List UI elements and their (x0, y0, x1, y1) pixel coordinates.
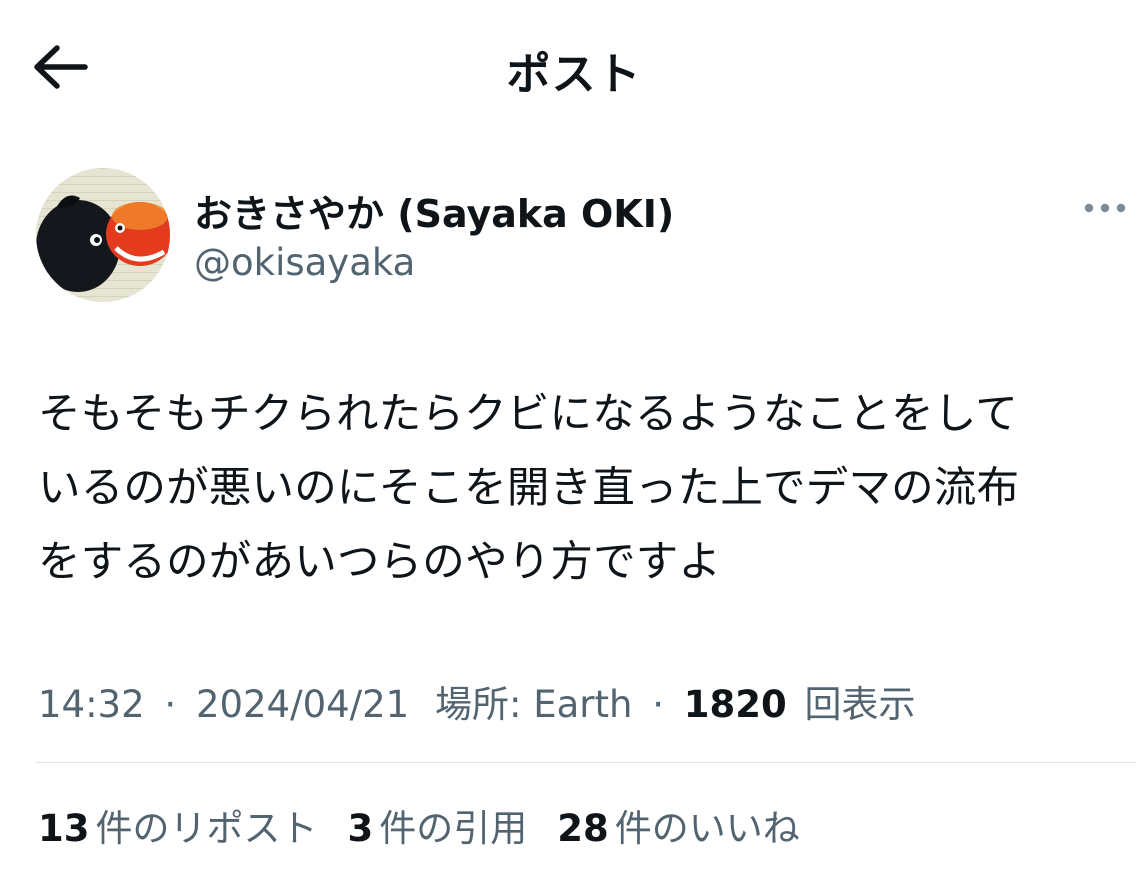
divider (36, 762, 1136, 763)
quote-count: 3 (347, 807, 374, 850)
view-count: 1820 (683, 683, 787, 726)
separator: · (652, 683, 664, 726)
post-text-line: いるのが悪いのにそこを開き直った上でデマの流布 (38, 464, 1020, 513)
post-location: 場所: Earth (434, 683, 633, 726)
page-title: ポスト (506, 49, 642, 100)
post-text: そもそもチクられたらクビになるようなことをして いるのが悪いのにそこを開き直った… (38, 378, 1138, 600)
repost-count: 13 (38, 807, 90, 850)
top-bar: ポスト (0, 0, 1148, 130)
repost-count-link[interactable]: 13 件のリポスト (38, 798, 318, 852)
more-options-button[interactable] (1080, 188, 1130, 228)
like-count-label: 件のいいね (614, 807, 800, 850)
post-text-line: そもそもチクられたらクビになるようなことをして (38, 390, 1018, 439)
post-metadata: 14:32 · 2024/04/21 場所: Earth · 1820 回表示 (38, 674, 915, 728)
more-horizontal-icon (1084, 203, 1126, 213)
quote-count-label: 件の引用 (379, 807, 528, 850)
avatar[interactable] (36, 168, 170, 302)
engagement-stats: 13 件のリポスト 3 件の引用 28 件のいいね (38, 798, 830, 852)
quote-count-link[interactable]: 3 件の引用 (348, 798, 528, 852)
post-detail-page: ポスト おきさやか (Sayaka OKI) @okisayaka そもそもチク… (0, 0, 1148, 881)
like-count-link[interactable]: 28 件のいいね (557, 798, 800, 852)
post-text-line: をするのがあいつらのやり方ですよ (38, 538, 722, 587)
post-time[interactable]: 14:32 (38, 683, 145, 726)
view-count-label: 回表示 (804, 683, 916, 726)
like-count: 28 (557, 807, 609, 850)
author-handle[interactable]: @okisayaka (194, 241, 415, 284)
avatar-image (36, 168, 170, 302)
post-date[interactable]: 2024/04/21 (196, 683, 409, 726)
author-display-name[interactable]: おきさやか (Sayaka OKI) (194, 183, 674, 238)
repost-count-label: 件のリポスト (95, 807, 318, 850)
separator: · (164, 683, 177, 726)
